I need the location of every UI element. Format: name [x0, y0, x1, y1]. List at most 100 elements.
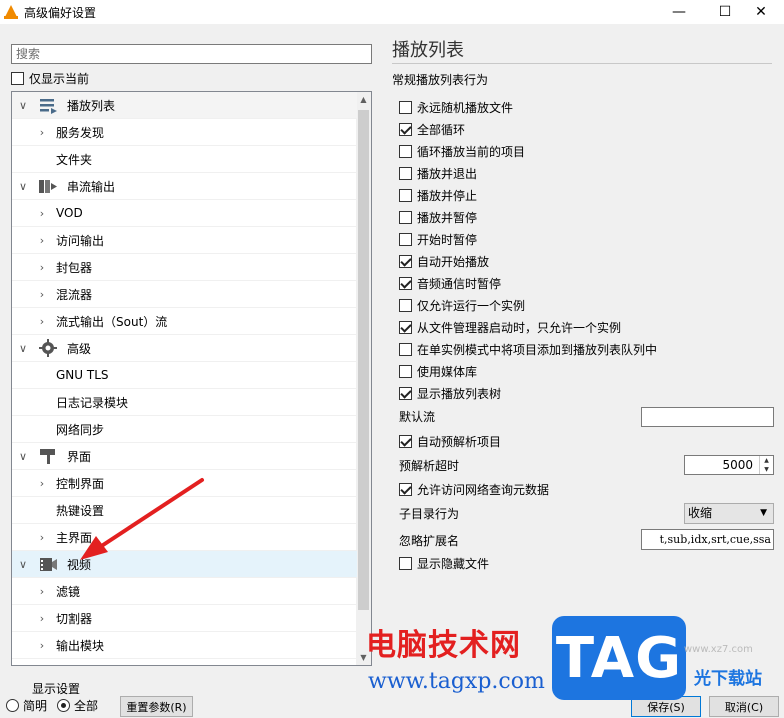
option-checkbox[interactable]: [399, 100, 412, 114]
tree-item[interactable]: 日志记录模块: [12, 389, 357, 416]
reset-preferences-button[interactable]: 重置参数(R): [120, 696, 193, 717]
tree-item[interactable]: ∨ 串流输出: [12, 173, 357, 200]
tree-item[interactable]: › 滤镜: [12, 578, 357, 605]
only-current-option[interactable]: 仅显示当前: [11, 70, 89, 87]
chevron-down-icon[interactable]: ∨: [17, 558, 29, 571]
tree-item[interactable]: › 流式输出（Sout）流: [12, 308, 357, 335]
show-hidden-option[interactable]: 显示隐藏文件: [399, 554, 489, 572]
playlist-option[interactable]: 显示播放列表树: [399, 384, 501, 402]
chevron-down-icon[interactable]: ∨: [17, 342, 29, 355]
chevron-down-icon[interactable]: ∨: [17, 180, 29, 193]
option-checkbox[interactable]: [399, 122, 412, 136]
chevron-right-icon[interactable]: ›: [36, 477, 48, 490]
playlist-option[interactable]: 开始时暂停: [399, 230, 477, 248]
option-checkbox[interactable]: [399, 320, 412, 334]
tree-item[interactable]: GNU TLS: [12, 362, 357, 389]
option-checkbox[interactable]: [399, 166, 412, 180]
chevron-right-icon[interactable]: ›: [36, 612, 48, 625]
radio-simple[interactable]: 简明: [6, 697, 47, 714]
playlist-option[interactable]: 播放并退出: [399, 164, 477, 182]
chevron-right-icon[interactable]: ›: [36, 126, 48, 139]
tree-item[interactable]: ∨ 高级: [12, 335, 357, 362]
close-button[interactable]: ✕: [738, 0, 784, 24]
show-hidden-checkbox[interactable]: [399, 556, 412, 570]
radio-simple-button[interactable]: [6, 699, 19, 712]
playlist-option[interactable]: 音频通信时暂停: [399, 274, 501, 292]
ignore-ext-label: 忽略扩展名: [399, 534, 460, 548]
option-checkbox[interactable]: [399, 232, 412, 246]
auto-preparse-option[interactable]: 自动预解析项目: [399, 432, 501, 450]
tree-item[interactable]: ∨ 播放列表: [12, 92, 357, 119]
option-checkbox[interactable]: [399, 386, 412, 400]
radio-all[interactable]: 全部: [57, 697, 98, 714]
tree-item[interactable]: › 控制界面: [12, 470, 357, 497]
subdir-behavior-value: 收缩: [688, 506, 713, 520]
chevron-down-icon[interactable]: ∨: [17, 99, 29, 112]
playlist-option[interactable]: 仅允许运行一个实例: [399, 296, 525, 314]
option-checkbox[interactable]: [399, 188, 412, 202]
category-tree[interactable]: ▲ ▼ ∨ 播放列表 › 服务发现 文件夹 ∨ 串流输出 › VOD › 访问输出 › 封包器 › 混流器 ›…: [11, 91, 372, 666]
option-checkbox[interactable]: [399, 144, 412, 158]
tree-item[interactable]: › 主界面: [12, 524, 357, 551]
cancel-button[interactable]: 取消(C): [709, 696, 779, 717]
option-label: 全部循环: [417, 122, 466, 137]
tree-item[interactable]: ∨ 视频: [12, 551, 357, 578]
only-current-checkbox[interactable]: [11, 72, 24, 85]
option-label: 自动开始播放: [417, 254, 490, 269]
option-checkbox[interactable]: [399, 364, 412, 378]
playlist-option[interactable]: 自动开始播放: [399, 252, 489, 270]
tree-item[interactable]: › 服务发现: [12, 119, 357, 146]
allow-metadata-option[interactable]: 允许访问网络查询元数据: [399, 480, 549, 498]
tree-item[interactable]: 网络同步: [12, 416, 357, 443]
chevron-right-icon[interactable]: ›: [36, 207, 48, 220]
radio-all-button[interactable]: [57, 699, 70, 712]
chevron-right-icon[interactable]: ›: [36, 531, 48, 544]
ignore-ext-input[interactable]: t,sub,idx,srt,cue,ssa: [641, 529, 774, 550]
chevron-down-icon: ▼: [760, 508, 767, 518]
option-checkbox[interactable]: [399, 210, 412, 224]
tree-item[interactable]: › 输出模块: [12, 632, 357, 659]
tree-scrollbar[interactable]: ▲ ▼: [356, 92, 371, 665]
allow-metadata-checkbox[interactable]: [399, 482, 412, 496]
playlist-option[interactable]: 永远随机播放文件: [399, 98, 513, 116]
tree-item[interactable]: 热键设置: [12, 497, 357, 524]
playlist-option[interactable]: 全部循环: [399, 120, 465, 138]
chevron-right-icon[interactable]: ›: [36, 234, 48, 247]
spin-arrows-icon[interactable]: ▲ ▼: [759, 456, 773, 474]
chevron-right-icon[interactable]: ›: [36, 639, 48, 652]
option-checkbox[interactable]: [399, 298, 412, 312]
auto-preparse-checkbox[interactable]: [399, 434, 412, 448]
chevron-right-icon[interactable]: ›: [36, 288, 48, 301]
tree-item[interactable]: › VOD: [12, 200, 357, 227]
tree-item[interactable]: › 访问输出: [12, 227, 357, 254]
chevron-down-icon[interactable]: ∨: [17, 450, 29, 463]
option-checkbox[interactable]: [399, 254, 412, 268]
tree-item-label: 切割器: [56, 611, 93, 626]
playlist-option[interactable]: 在单实例模式中将项目添加到播放列表队列中: [399, 340, 657, 358]
tree-item[interactable]: › 混流器: [12, 281, 357, 308]
chevron-right-icon[interactable]: ›: [36, 261, 48, 274]
default-stream-input[interactable]: [641, 407, 774, 427]
minimize-button[interactable]: —: [656, 0, 702, 24]
playlist-option[interactable]: 从文件管理器启动时，只允许一个实例: [399, 318, 621, 336]
option-checkbox[interactable]: [399, 276, 412, 290]
tree-item[interactable]: › 切割器: [12, 605, 357, 632]
search-input[interactable]: 搜索: [11, 44, 372, 64]
allow-metadata-label: 允许访问网络查询元数据: [417, 482, 550, 497]
scroll-up-icon[interactable]: ▲: [356, 92, 371, 107]
show-hidden-label: 显示隐藏文件: [417, 556, 490, 571]
chevron-right-icon[interactable]: ›: [36, 585, 48, 598]
subdir-behavior-select[interactable]: 收缩 ▼: [684, 503, 774, 524]
preparse-timeout-spinbox[interactable]: 5000 ▲ ▼: [684, 455, 774, 475]
playlist-option[interactable]: 循环播放当前的项目: [399, 142, 525, 160]
playlist-option[interactable]: 播放并停止: [399, 186, 477, 204]
tree-item[interactable]: ∨ 界面: [12, 443, 357, 470]
chevron-right-icon[interactable]: ›: [36, 315, 48, 328]
playlist-option[interactable]: 播放并暂停: [399, 208, 477, 226]
tree-item[interactable]: › 封包器: [12, 254, 357, 281]
scroll-thumb[interactable]: [358, 110, 369, 610]
playlist-option[interactable]: 使用媒体库: [399, 362, 477, 380]
option-checkbox[interactable]: [399, 342, 412, 356]
tree-item-label: 混流器: [56, 287, 93, 302]
tree-item[interactable]: 文件夹: [12, 146, 357, 173]
